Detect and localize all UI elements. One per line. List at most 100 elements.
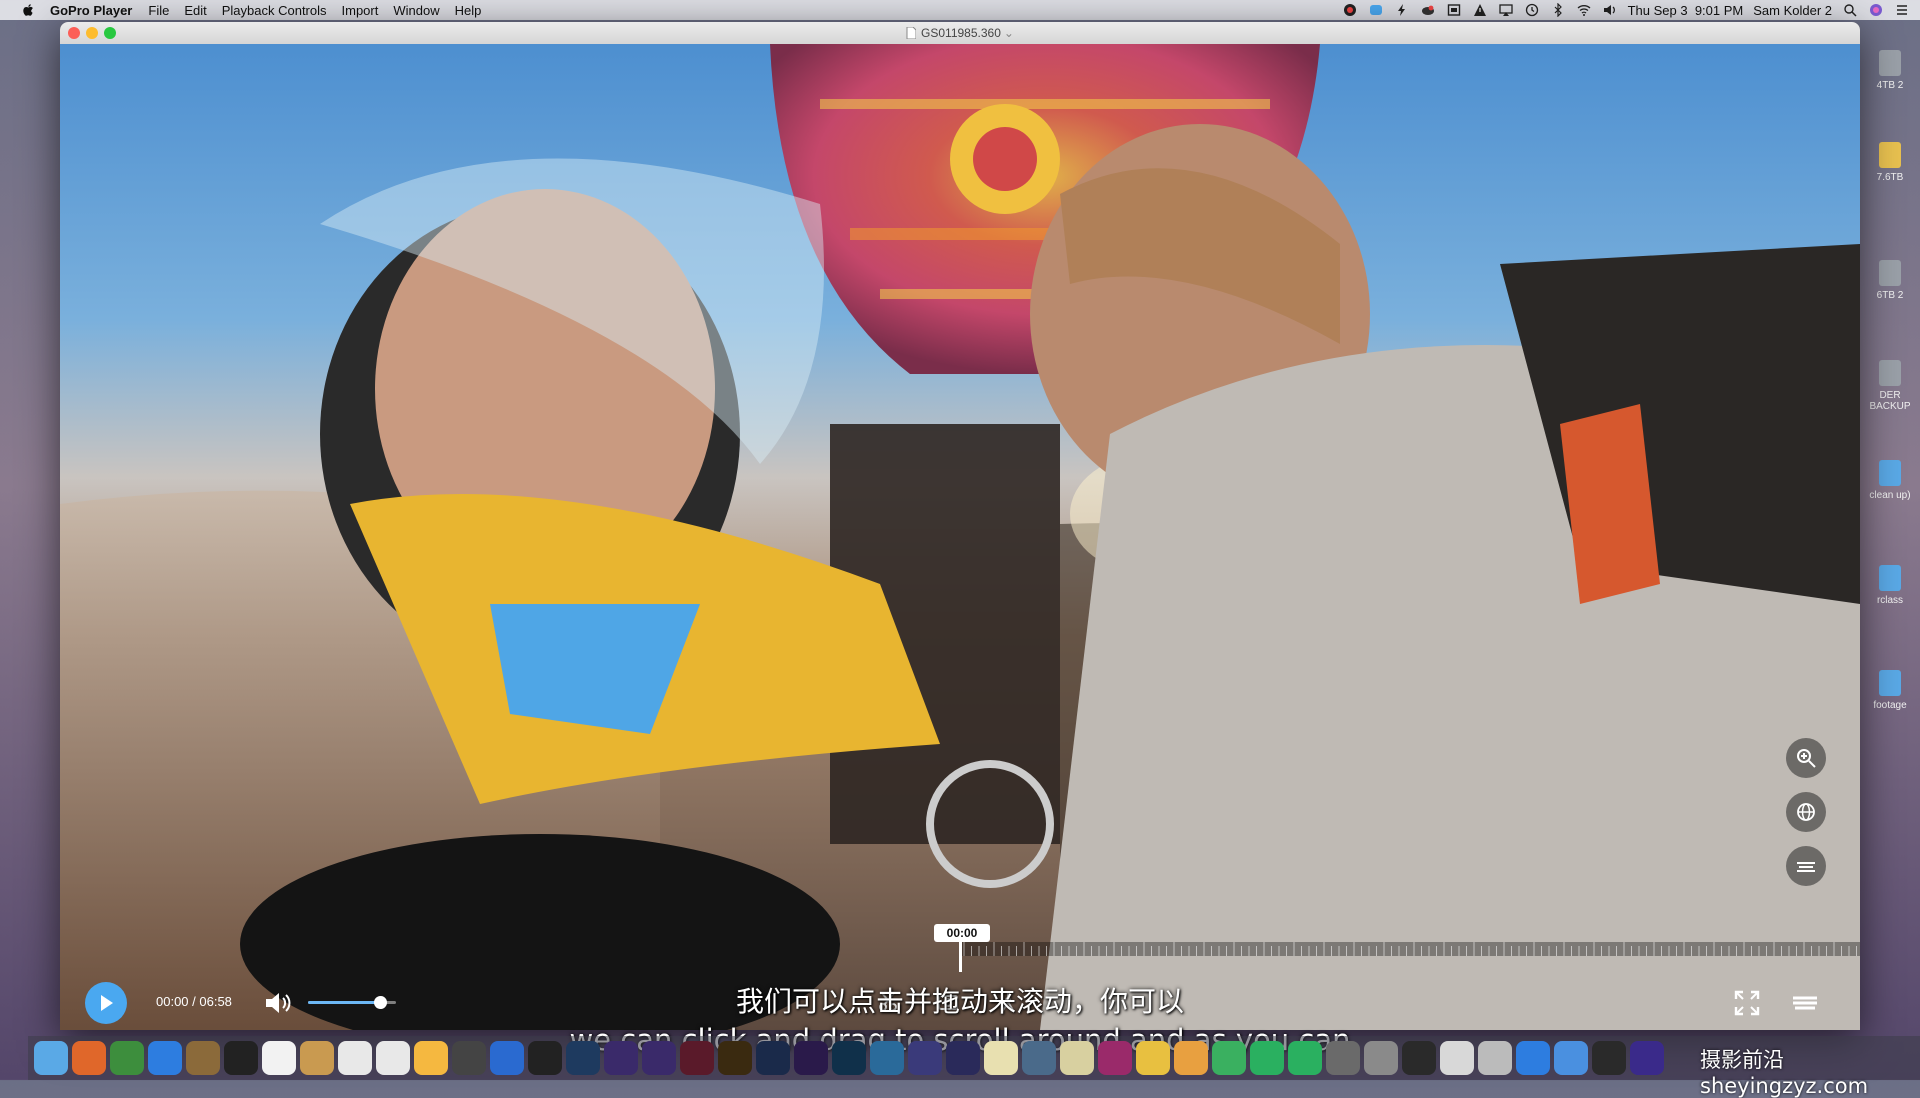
- messages-icon[interactable]: [1212, 1041, 1246, 1075]
- zoom-button[interactable]: [1786, 738, 1826, 778]
- spotify-icon[interactable]: [1288, 1041, 1322, 1075]
- apple-menu-icon[interactable]: [22, 3, 36, 17]
- folder-label: clean up): [1869, 490, 1911, 501]
- whatsapp-icon[interactable]: [1250, 1041, 1284, 1075]
- dock: [28, 1036, 1920, 1080]
- obs-icon[interactable]: [224, 1041, 258, 1075]
- desktop-folder[interactable]: footage: [1862, 670, 1918, 711]
- airplay-icon[interactable]: [1498, 3, 1514, 17]
- activity-monitor-icon[interactable]: [1402, 1041, 1436, 1075]
- safari-icon[interactable]: [490, 1041, 524, 1075]
- warning-icon[interactable]: [1472, 3, 1488, 17]
- folder-icon: [1879, 460, 1901, 486]
- app-icon[interactable]: [946, 1041, 980, 1075]
- window-title: GS011985.360: [921, 26, 1001, 40]
- calendar-icon[interactable]: [262, 1041, 296, 1075]
- menu-import[interactable]: Import: [342, 3, 379, 18]
- bridge-icon[interactable]: [718, 1041, 752, 1075]
- minimize-window-button[interactable]: [86, 27, 98, 39]
- ableton-live-icon[interactable]: [566, 1041, 600, 1075]
- app-icon[interactable]: [1098, 1041, 1132, 1075]
- photos-icon[interactable]: [414, 1041, 448, 1075]
- app-icon[interactable]: [1022, 1041, 1056, 1075]
- opentx-icon[interactable]: [528, 1041, 562, 1075]
- help-icon[interactable]: [1478, 1041, 1512, 1075]
- contacts-icon[interactable]: [300, 1041, 334, 1075]
- menu-window[interactable]: Window: [393, 3, 439, 18]
- cloud-sync-icon[interactable]: [1420, 3, 1436, 17]
- spotlight-search-icon[interactable]: [1842, 3, 1858, 17]
- close-window-button[interactable]: [68, 27, 80, 39]
- drive-icon: [1879, 260, 1901, 286]
- desktop-drive[interactable]: 7.6TB: [1862, 142, 1918, 183]
- desktop-drive[interactable]: 4TB 2: [1862, 50, 1918, 91]
- dropbox-icon[interactable]: [1368, 3, 1384, 17]
- app-menu-gopro-player[interactable]: GoPro Player: [50, 3, 132, 18]
- wifi-icon[interactable]: [1576, 3, 1592, 17]
- screen-capture-icon[interactable]: [1446, 3, 1462, 17]
- menu-playback-controls[interactable]: Playback Controls: [222, 3, 327, 18]
- app-icon[interactable]: [1060, 1041, 1094, 1075]
- app-icon[interactable]: [1136, 1041, 1170, 1075]
- firefox-icon[interactable]: [72, 1041, 106, 1075]
- desktop-drive[interactable]: DER BACKUP: [1862, 360, 1918, 412]
- reminders-icon[interactable]: [376, 1041, 410, 1075]
- app-icon[interactable]: [1592, 1041, 1626, 1075]
- chrome-icon[interactable]: [110, 1041, 144, 1075]
- app-icon[interactable]: [1630, 1041, 1664, 1075]
- app-icon[interactable]: [1174, 1041, 1208, 1075]
- photoshop-icon[interactable]: [832, 1041, 866, 1075]
- after-effects-icon[interactable]: [604, 1041, 638, 1075]
- textedit-icon[interactable]: [338, 1041, 372, 1075]
- timeline-playhead[interactable]: [959, 942, 962, 972]
- app-icon[interactable]: [984, 1041, 1018, 1075]
- siri-icon[interactable]: [1868, 3, 1884, 17]
- drive-label: 7.6TB: [1876, 172, 1904, 183]
- bluetooth-icon[interactable]: [1550, 3, 1566, 17]
- folder-icon: [1879, 565, 1901, 591]
- gopro-player-icon[interactable]: [1554, 1041, 1588, 1075]
- folder-label: footage: [1873, 700, 1907, 711]
- creative-cloud-icon[interactable]: [1342, 3, 1358, 17]
- desktop-folder[interactable]: rclass: [1862, 565, 1918, 606]
- title-chevron-icon[interactable]: ⌄: [1004, 26, 1014, 40]
- reframe-button[interactable]: [1786, 792, 1826, 832]
- timeline-scrubber[interactable]: [960, 934, 1860, 960]
- zoom-icon[interactable]: [1516, 1041, 1550, 1075]
- bolt-icon[interactable]: [1394, 3, 1410, 17]
- finder-icon[interactable]: [34, 1041, 68, 1075]
- subtitle-chinese: 我们可以点击并拖动来滚动，你可以: [735, 985, 1184, 1018]
- desktop-drives: 4TB 2 7.6TB 6TB 2 DER BACKUP clean up) r…: [1858, 20, 1920, 1040]
- video-viewport[interactable]: 00:00 00:00 / 06:58: [60, 44, 1860, 1030]
- davinci-icon[interactable]: [452, 1041, 486, 1075]
- notification-center-icon[interactable]: [1894, 3, 1910, 17]
- horizon-level-button[interactable]: [1786, 846, 1826, 886]
- zoom-window-button[interactable]: [104, 27, 116, 39]
- folder-icon: [1879, 670, 1901, 696]
- system-preferences-icon[interactable]: [1364, 1041, 1398, 1075]
- menubar-clock[interactable]: Thu Sep 3 9:01 PM: [1628, 3, 1744, 18]
- screenshot-icon[interactable]: [1440, 1041, 1474, 1075]
- time-machine-icon[interactable]: [1524, 3, 1540, 17]
- window-titlebar[interactable]: GS011985.360 ⌄: [60, 22, 1860, 44]
- menu-edit[interactable]: Edit: [184, 3, 206, 18]
- menu-bar: GoPro Player File Edit Playback Controls…: [0, 0, 1920, 20]
- menu-help[interactable]: Help: [455, 3, 482, 18]
- menubar-user[interactable]: Sam Kolder 2: [1753, 3, 1832, 18]
- desktop-drive[interactable]: 6TB 2: [1862, 260, 1918, 301]
- menu-file[interactable]: File: [148, 3, 169, 18]
- notes-icon[interactable]: [186, 1041, 220, 1075]
- drive-icon: [1879, 50, 1901, 76]
- trello-icon[interactable]: [148, 1041, 182, 1075]
- indesign-icon[interactable]: [680, 1041, 714, 1075]
- photoshop-icon[interactable]: [756, 1041, 790, 1075]
- drive-icon: [1879, 142, 1901, 168]
- desktop-folder[interactable]: clean up): [1862, 460, 1918, 501]
- app-icon[interactable]: [1326, 1041, 1360, 1075]
- premiere-icon[interactable]: [794, 1041, 828, 1075]
- app-icon[interactable]: [870, 1041, 904, 1075]
- app-icon[interactable]: [908, 1041, 942, 1075]
- timeline-track[interactable]: [960, 942, 1860, 956]
- after-effects-icon[interactable]: [642, 1041, 676, 1075]
- volume-menu-icon[interactable]: [1602, 3, 1618, 17]
